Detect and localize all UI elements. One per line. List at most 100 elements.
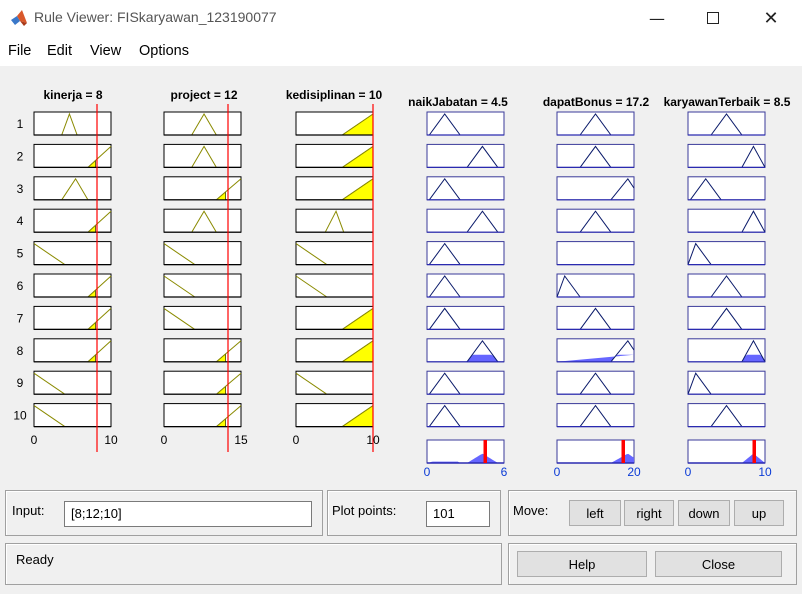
matlab-icon <box>11 10 27 26</box>
move-left-button[interactable]: left <box>569 500 621 526</box>
mf-box <box>295 370 374 395</box>
range-max-2: 15 <box>234 433 248 447</box>
mf-box <box>33 208 112 233</box>
menu-file[interactable]: File <box>8 43 31 59</box>
minimize-icon: — <box>649 8 665 28</box>
mf-plot-r8-c4 <box>426 338 505 363</box>
range-max-5: 20 <box>627 465 641 479</box>
column-title-6: karyawanTerbaik = 8.5 <box>664 95 791 109</box>
mf-box <box>687 273 766 298</box>
mf-box <box>426 241 505 266</box>
rule-number-9: 9 <box>17 376 24 390</box>
mf-plot-r4-c1 <box>33 208 112 233</box>
move-down-button[interactable]: down <box>678 500 730 526</box>
mf-box <box>426 111 505 136</box>
mf-plot-r5-c1 <box>33 241 112 266</box>
aggregate-output-2 <box>556 439 635 464</box>
mf-box <box>426 273 505 298</box>
rule-number-8: 8 <box>17 344 24 358</box>
mf-plot-r9-c5 <box>556 370 635 395</box>
mf-box <box>426 370 505 395</box>
mf-box <box>556 273 635 298</box>
mf-plot-r2-c5 <box>556 143 635 169</box>
mf-plot-r9-c2 <box>163 370 242 395</box>
mf-plot-r4-c3 <box>295 208 374 233</box>
rule-number-6: 6 <box>17 279 24 293</box>
help-button[interactable]: Help <box>517 551 647 577</box>
mf-plot-r9-c4 <box>426 370 505 395</box>
mf-plot-r1-c2 <box>163 111 242 136</box>
output-defuzz-indicator <box>752 440 756 463</box>
rule-number-10: 10 <box>13 409 27 423</box>
mf-plot-r10-c4 <box>426 403 505 428</box>
plot-points-panel: Plot points: 101 <box>327 490 501 536</box>
mf-plot-r5-c2 <box>163 241 242 266</box>
mf-plot-r2-c1 <box>33 143 112 169</box>
mf-box <box>687 176 766 201</box>
mf-plot-r3-c1 <box>33 176 112 201</box>
mf-plot-r8-c2 <box>163 338 242 363</box>
range-min-1: 0 <box>31 433 38 447</box>
mf-plot-r10-c6 <box>687 403 766 428</box>
mf-box <box>687 305 766 330</box>
mf-box <box>556 208 635 233</box>
menu-options[interactable]: Options <box>139 43 189 59</box>
button-panel: Help Close <box>508 543 797 585</box>
mf-plot-r4-c2 <box>163 208 242 233</box>
menu-view[interactable]: View <box>90 43 121 59</box>
mf-plot-r2-c2 <box>163 143 242 169</box>
rule-plots[interactable]: kinerja = 8 project = 12 kedisiplinan = 10… <box>0 66 802 486</box>
minimize-button[interactable]: — <box>634 0 680 36</box>
mf-box <box>556 305 635 330</box>
move-up-button[interactable]: up <box>734 500 784 526</box>
input-field[interactable]: [8;12;10] <box>64 501 312 527</box>
mf-plot-r7-c6 <box>687 305 766 330</box>
mf-plot-r7-c1 <box>33 305 112 330</box>
range-min-3: 0 <box>293 433 300 447</box>
range-max-1: 10 <box>104 433 118 447</box>
mf-box <box>33 143 112 168</box>
mf-box <box>426 305 505 330</box>
move-right-button[interactable]: right <box>624 500 674 526</box>
mf-plot-r6-c6 <box>687 273 766 298</box>
plot-points-field[interactable]: 101 <box>426 501 490 527</box>
mf-plot-r8-c6 <box>687 338 766 363</box>
mf-box <box>687 403 766 428</box>
maximize-button[interactable] <box>690 0 736 36</box>
mf-plot-r1-c5 <box>556 111 635 136</box>
mf-plot-r8-c5 <box>556 338 635 363</box>
mf-plot-r6-c1 <box>33 273 112 298</box>
rule-number-5: 5 <box>17 247 24 261</box>
mf-plot-r3-c3 <box>295 176 374 201</box>
mf-plot-r3-c6 <box>687 176 766 201</box>
mf-plot-r3-c4 <box>426 176 505 201</box>
rule-number-2: 2 <box>17 149 24 163</box>
close-button[interactable]: Close <box>655 551 782 577</box>
mf-plot-r6-c3 <box>295 273 374 298</box>
menu-edit[interactable]: Edit <box>47 43 72 59</box>
close-icon: ✕ <box>763 7 779 29</box>
close-window-button[interactable]: ✕ <box>748 0 794 36</box>
menu-bar: File Edit View Options <box>0 36 802 66</box>
range-max-4: 6 <box>501 465 508 479</box>
status-panel: Ready <box>5 543 502 585</box>
mf-plot-r6-c2 <box>163 273 242 298</box>
mf-box <box>687 370 766 395</box>
mf-plot-r9-c1 <box>33 370 112 395</box>
mf-box <box>163 241 242 266</box>
aggregate-output-1 <box>426 439 505 464</box>
mf-box <box>163 305 242 330</box>
window-title: Rule Viewer: FISkaryawan_123190077 <box>34 9 277 25</box>
mf-box <box>295 273 374 298</box>
mf-plot-r5-c4 <box>426 241 505 266</box>
mf-box <box>556 370 635 395</box>
mf-box <box>33 305 112 330</box>
mf-box <box>33 338 112 363</box>
mf-box <box>33 370 112 395</box>
mf-plot-r9-c6 <box>687 370 766 395</box>
mf-box <box>163 111 242 136</box>
aggregate-box <box>426 439 505 464</box>
mf-box <box>295 208 374 233</box>
mf-box <box>426 208 505 233</box>
rule-number-4: 4 <box>17 214 24 228</box>
